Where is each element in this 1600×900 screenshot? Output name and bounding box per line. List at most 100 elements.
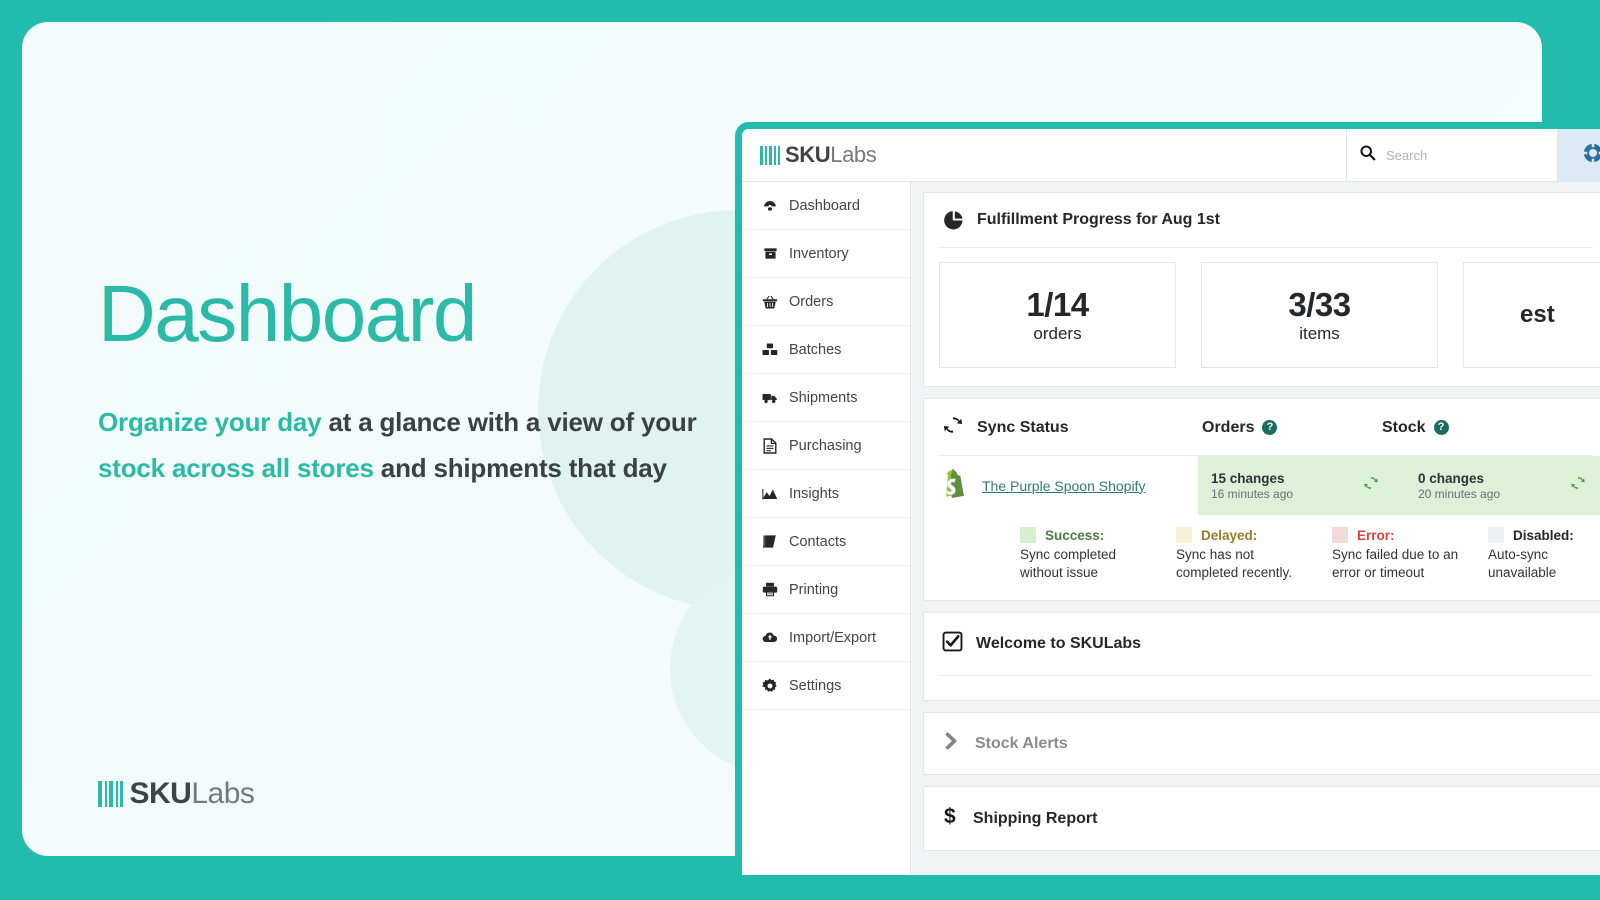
swatch-error [1332,527,1348,543]
legend-item-delayed: Delayed: Sync has not completed recently… [1176,527,1332,582]
hero-subtitle-part-1: at a glance with a view of your [321,407,697,437]
sync-column-orders: Orders ? [1202,419,1382,437]
shipping-report-header[interactable]: $ Shipping Report [924,787,1600,850]
help-orders-icon[interactable]: ? [1262,420,1278,435]
dashboard-gauge-icon [762,198,778,214]
stat-value: est [1520,301,1555,328]
sidebar-item-batches[interactable]: Batches [742,326,910,374]
app-logo-sku: SKU [785,142,831,167]
sidebar-item-label: Orders [789,293,834,310]
basket-icon [762,294,778,310]
dollar-icon: $ [942,805,960,832]
page-title: Dashboard [98,269,477,358]
sidebar-item-dashboard[interactable]: Dashboard [742,182,910,230]
search-input[interactable] [1386,147,1562,163]
sync-legend: Success: Sync completed without issue De… [924,515,1600,600]
sync-store-cell: The Purple Spoon Shopify [924,456,1198,515]
legend-term: Error: [1357,527,1395,543]
lifebuoy-icon [1582,142,1600,169]
refresh-orders-icon[interactable] [1363,475,1379,496]
search-icon [1359,144,1376,166]
shopify-icon [942,468,968,503]
chart-area-icon [762,486,778,502]
sync-orders-changes: 15 changes [1211,470,1285,486]
sidebar-item-settings[interactable]: Settings [742,662,910,710]
legend-term: Disabled: [1513,527,1574,543]
swatch-disabled [1488,527,1504,543]
sync-orders-timestamp: 16 minutes ago [1211,486,1294,501]
legend-head: Success: [1020,527,1176,543]
fulfillment-progress-header: Fulfillment Progress for Aug 1st [924,193,1600,247]
stat-value: 3/33 [1288,285,1351,323]
sync-column-orders-label: Orders [1202,418,1255,436]
document-icon [762,437,778,454]
stat-card-estimated[interactable]: est [1463,262,1600,368]
hero-text-block: Dashboard Organize your day at a glance … [98,272,718,491]
sidebar-item-shipments[interactable]: Shipments [742,374,910,422]
legend-item-disabled: Disabled: Auto-sync unavailable [1488,527,1600,582]
legend-description: Sync completed without issue [1020,547,1117,581]
swatch-delayed [1176,527,1192,543]
stat-card-items[interactable]: 3/33 items [1201,262,1438,368]
brand-logo-sku: SKU [129,777,192,810]
sync-stock-text: 0 changes 20 minutes ago [1418,471,1570,501]
fulfillment-stats-row: 1/14 orders 3/33 items est [924,248,1600,386]
shipping-report-title: Shipping Report [973,809,1098,827]
stat-label: orders [1033,324,1082,344]
swatch-success [1020,527,1036,543]
boxes-icon [762,342,778,358]
help-button[interactable] [1557,129,1600,181]
sync-status-header: Sync Status Orders ? Stock ? [924,399,1600,455]
sync-store-link[interactable]: The Purple Spoon Shopify [982,478,1145,494]
app-logo[interactable]: SKU Labs [742,142,877,168]
sync-refresh-icon [942,414,964,441]
legend-head: Delayed: [1176,527,1332,543]
legend-item-success: Success: Sync completed without issue [1020,527,1176,582]
sync-status-panel: Sync Status Orders ? Stock ? The Purple … [923,398,1600,602]
search-bar[interactable]: × [1346,129,1586,181]
sidebar-item-contacts[interactable]: Contacts [742,518,910,566]
pie-chart-icon [942,209,964,231]
sync-cell-orders: 15 changes 16 minutes ago [1198,456,1405,515]
refresh-stock-icon[interactable] [1570,475,1586,496]
sidebar-item-label: Purchasing [789,437,862,454]
sidebar-item-label: Printing [789,581,839,598]
stat-card-orders[interactable]: 1/14 orders [939,262,1176,368]
sidebar-item-label: Inventory [789,245,849,262]
sidebar-item-inventory[interactable]: Inventory [742,230,910,278]
cloud-upload-icon [762,630,778,646]
help-stock-icon[interactable]: ? [1433,420,1449,435]
sidebar-item-label: Settings [789,677,842,694]
app-logo-labs: Labs [830,142,877,167]
sidebar-item-label: Import/Export [789,629,877,646]
barcode-icon [98,781,126,807]
sidebar-item-label: Shipments [789,389,858,406]
sync-status-title-group: Sync Status [942,414,1202,441]
welcome-panel: Welcome to SKULabs [923,612,1600,702]
sidebar-item-insights[interactable]: Insights [742,470,910,518]
welcome-header[interactable]: Welcome to SKULabs [924,613,1600,675]
sidebar-item-purchasing[interactable]: Purchasing [742,422,910,470]
sidebar-item-label: Contacts [789,533,847,550]
stock-alerts-header[interactable]: Stock Alerts [924,713,1600,774]
hero-subtitle: Organize your day at a glance with a vie… [98,400,718,491]
app-header: SKULabs × [742,129,1600,182]
sidebar: Dashboard Inventory Orders Batches Shipm… [742,182,911,875]
sidebar-item-printing[interactable]: Printing [742,566,910,614]
sidebar-item-import-export[interactable]: Import/Export [742,614,910,662]
stat-label: items [1299,324,1340,344]
sync-store-row: The Purple Spoon Shopify 15 changes 16 m… [924,456,1600,515]
hero-subtitle-accent-2: stock across all stores [98,452,374,483]
app-window: SKULabs × [735,122,1600,882]
page-root: Dashboard Organize your day at a glance … [0,0,1600,900]
barcode-icon [760,145,782,165]
shipping-report-panel: $ Shipping Report [923,786,1600,852]
stat-value: 1/14 [1026,285,1089,323]
legend-description: Auto-sync unavailable [1488,547,1557,581]
sidebar-item-orders[interactable]: Orders [742,278,910,326]
sync-status-title: Sync Status [977,418,1069,436]
gear-icon [762,678,778,694]
legend-head: Error: [1332,527,1488,543]
sync-column-stock-label: Stock [1382,418,1426,436]
box-icon [762,246,778,262]
